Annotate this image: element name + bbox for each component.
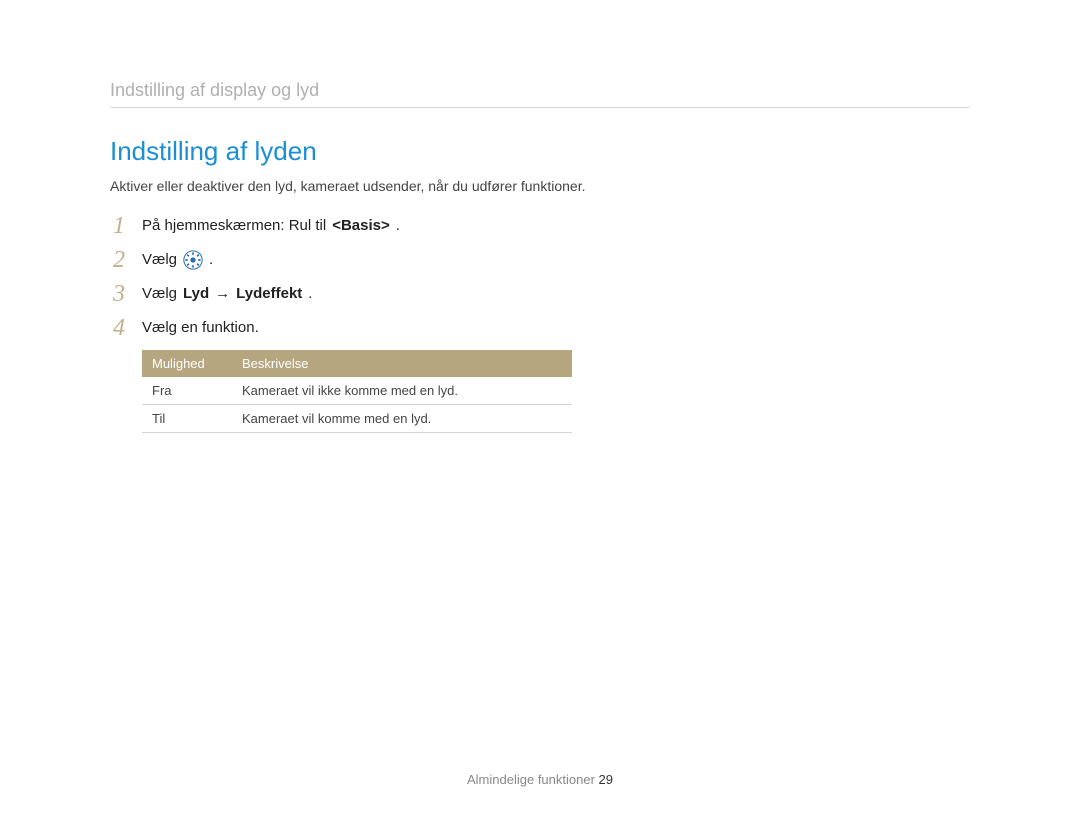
bold-lydeffekt: Lydeffekt: [236, 285, 302, 302]
divider: [110, 107, 970, 108]
option-cell: Fra: [142, 377, 232, 405]
step-4: 4 Vælg en funktion.: [110, 316, 590, 340]
step-1: 1 På hjemmeskærmen: Rul til <Basis>.: [110, 214, 590, 238]
table-header-row: Mulighed Beskrivelse: [142, 350, 572, 377]
text: På hjemmeskærmen: Rul til: [142, 217, 326, 234]
step-text: Vælg: [142, 250, 213, 270]
table-row: Til Kameraet vil komme med en lyd.: [142, 404, 572, 432]
page-number: 29: [599, 772, 613, 787]
step-text: Vælg Lyd → Lydeffekt.: [142, 285, 312, 302]
options-table: Mulighed Beskrivelse Fra Kameraet vil ik…: [142, 350, 572, 433]
text: .: [209, 251, 213, 268]
description-cell: Kameraet vil ikke komme med en lyd.: [232, 377, 572, 405]
page-footer: Almindelige funktioner 29: [0, 772, 1080, 787]
step-list: 1 På hjemmeskærmen: Rul til <Basis>. 2 V…: [110, 214, 590, 433]
step-2: 2 Vælg: [110, 248, 590, 272]
step-3: 3 Vælg Lyd → Lydeffekt.: [110, 282, 590, 306]
description-cell: Kameraet vil komme med en lyd.: [232, 404, 572, 432]
step-number: 1: [110, 214, 128, 238]
step-number: 3: [110, 282, 128, 306]
arrow: →: [215, 285, 230, 302]
step-number: 4: [110, 316, 128, 340]
table-row: Fra Kameraet vil ikke komme med en lyd.: [142, 377, 572, 405]
col-header-description: Beskrivelse: [232, 350, 572, 377]
page-title: Indstilling af lyden: [110, 136, 970, 167]
intro-text: Aktiver eller deaktiver den lyd, kamerae…: [110, 177, 970, 196]
footer-section: Almindelige funktioner: [467, 772, 599, 787]
col-header-option: Mulighed: [142, 350, 232, 377]
step-text: Vælg en funktion.: [142, 319, 259, 336]
bold-basis: <Basis>: [332, 217, 390, 234]
option-cell: Til: [142, 404, 232, 432]
settings-gear-icon: [183, 250, 203, 270]
breadcrumb: Indstilling af display og lyd: [110, 80, 970, 101]
text: Vælg: [142, 285, 177, 302]
step-text: På hjemmeskærmen: Rul til <Basis>.: [142, 217, 400, 234]
step-number: 2: [110, 248, 128, 272]
manual-page: Indstilling af display og lyd Indstillin…: [0, 0, 1080, 815]
bold-lyd: Lyd: [183, 285, 209, 302]
text: .: [308, 285, 312, 302]
text: .: [396, 217, 400, 234]
text: Vælg: [142, 251, 177, 268]
